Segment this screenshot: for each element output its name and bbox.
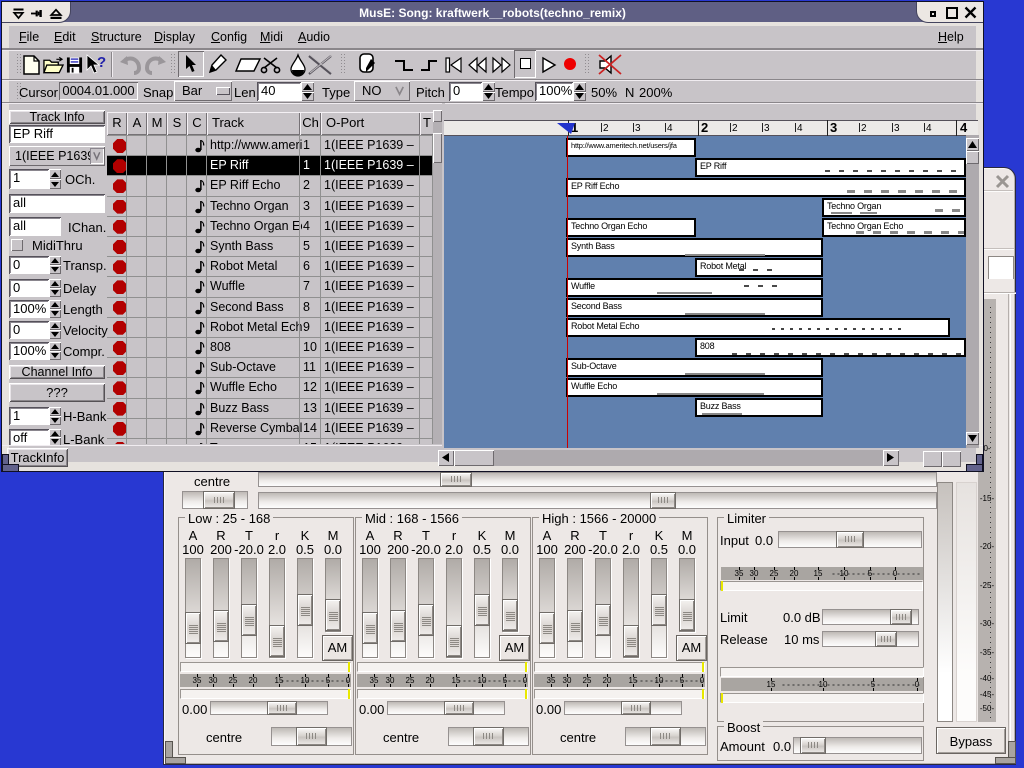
svg-text:?: ? [97, 54, 106, 71]
